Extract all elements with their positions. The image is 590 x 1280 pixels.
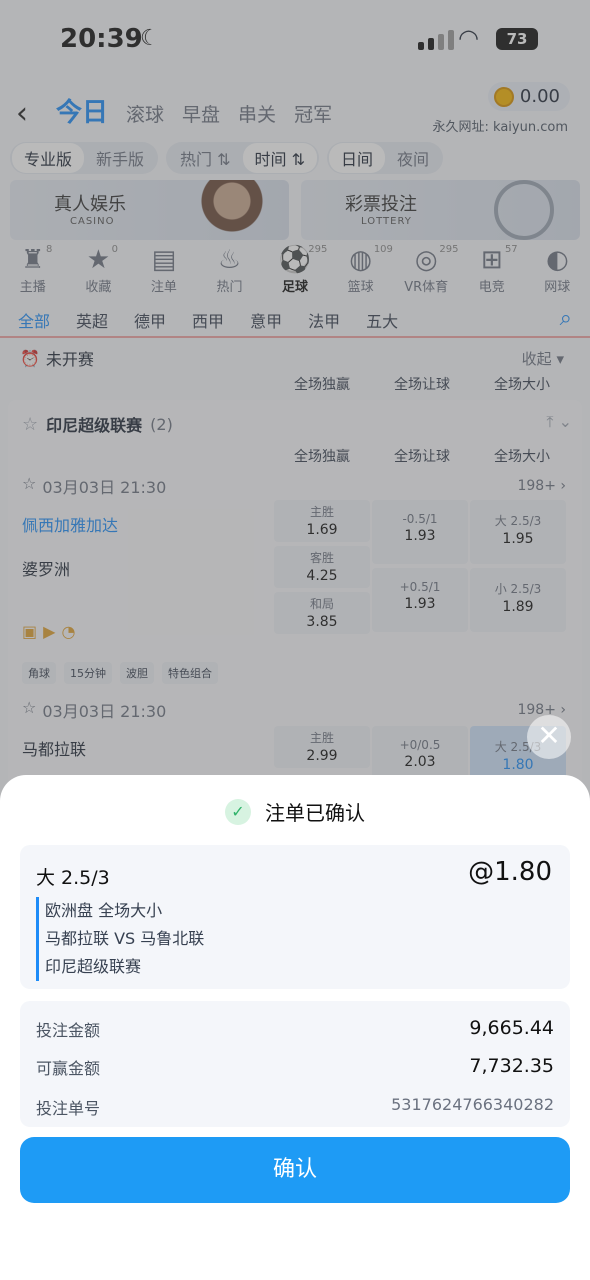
bet-market: 欧洲盘 全场大小: [45, 901, 163, 920]
win-row: 可赢金额 7,732.35: [36, 1055, 554, 1079]
bet-odds: @1.80: [468, 857, 552, 887]
win-value: 7,732.35: [469, 1055, 554, 1077]
sheet-title: 注单已确认: [265, 801, 365, 825]
sheet-header: ✓ 注单已确认: [0, 797, 590, 826]
checkmark-icon: ✓: [225, 798, 251, 825]
close-icon[interactable]: ✕: [527, 715, 571, 759]
bet-league: 印尼超级联赛: [45, 957, 142, 976]
stake-row: 投注金额 9,665.44: [36, 1017, 554, 1041]
ticket-row: 投注单号 5317624766340282: [36, 1095, 554, 1119]
bet-detail-card: 大 2.5/3 @1.80 欧洲盘 全场大小 马都拉联 VS 马鲁北联 印尼超级…: [20, 845, 570, 989]
ticket-number[interactable]: 5317624766340282: [391, 1095, 554, 1119]
stake-label: 投注金额: [36, 1021, 101, 1040]
bet-match: 马都拉联 VS 马鲁北联: [45, 929, 205, 948]
bet-confirmation-sheet: ✓ 注单已确认 大 2.5/3 @1.80 欧洲盘 全场大小 马都拉联 VS 马…: [0, 775, 590, 1280]
win-label: 可赢金额: [36, 1059, 101, 1078]
ticket-label: 投注单号: [36, 1099, 101, 1118]
bet-summary-card: 投注金额 9,665.44 可赢金额 7,732.35 投注单号 5317624…: [20, 1001, 570, 1127]
stake-value: 9,665.44: [469, 1017, 554, 1039]
bet-info: 欧洲盘 全场大小 马都拉联 VS 马鲁北联 印尼超级联赛: [36, 897, 204, 981]
bet-selection: 大 2.5/3: [36, 867, 110, 889]
confirm-button[interactable]: 确认: [20, 1137, 570, 1203]
